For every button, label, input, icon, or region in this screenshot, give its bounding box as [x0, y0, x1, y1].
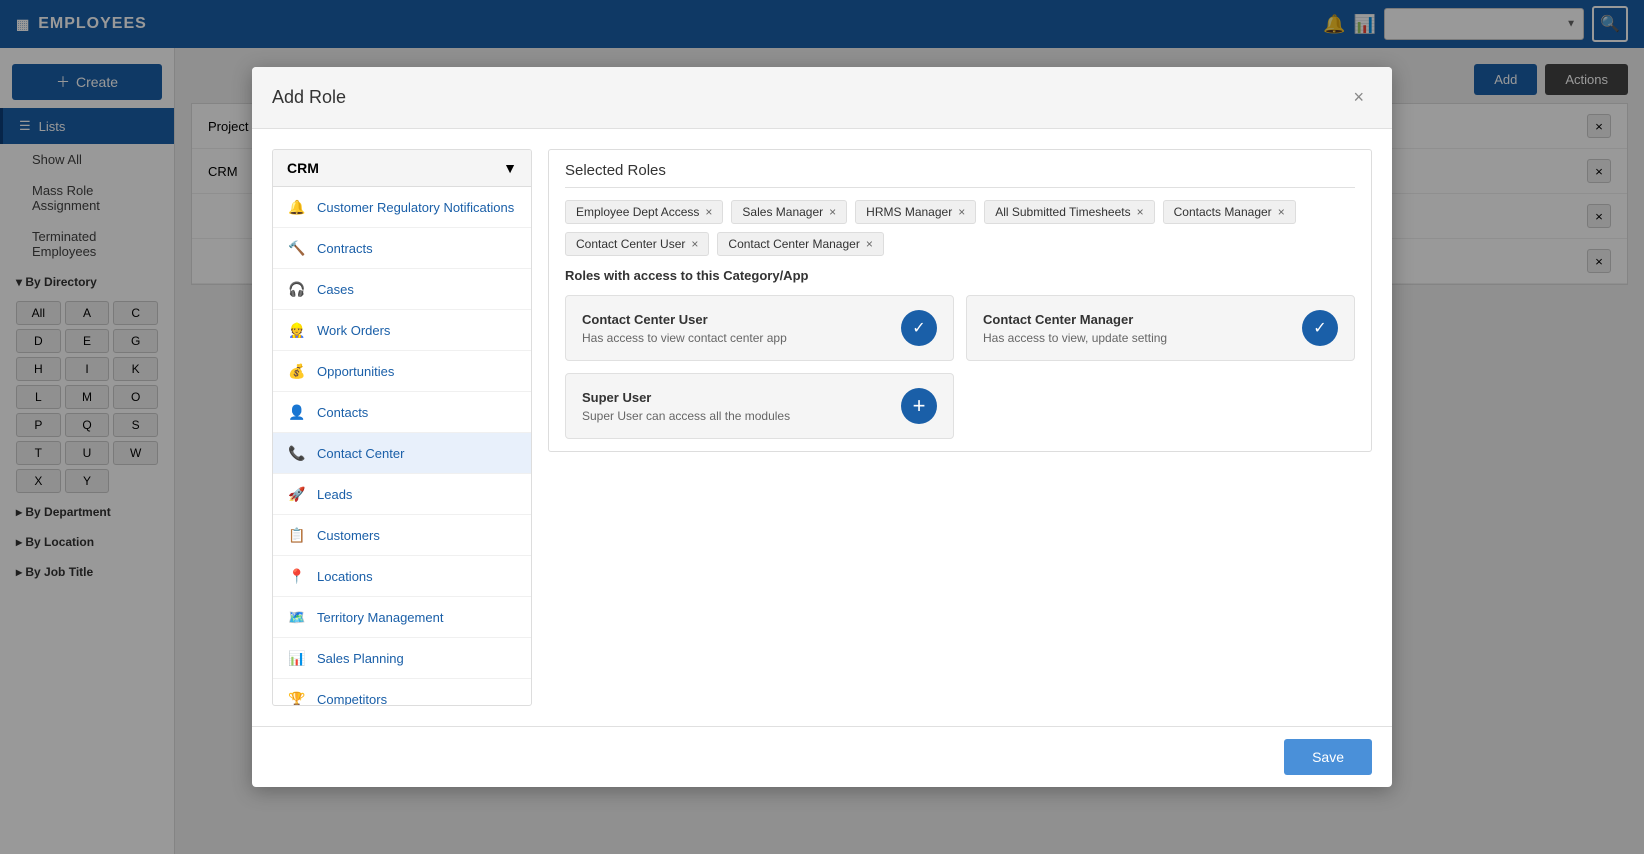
role-card-contact-center-user: Contact Center User Has access to view c…	[565, 295, 954, 361]
modal-close-button[interactable]: ×	[1345, 83, 1372, 112]
modal-header: Add Role ×	[252, 67, 1392, 129]
hardhat-icon: 👷	[287, 320, 307, 340]
chevron-down-icon: ▼	[503, 160, 517, 176]
roles-grid: Contact Center User Has access to view c…	[565, 295, 1355, 439]
tag-remove-icon[interactable]: ×	[1278, 205, 1285, 219]
trophy-icon: 🏆	[287, 689, 307, 706]
tag-remove-icon[interactable]: ×	[691, 237, 698, 251]
category-item-contact-center[interactable]: 📞 Contact Center	[273, 433, 531, 474]
role-card-info: Super User Super User can access all the…	[582, 390, 889, 423]
role-card-super-user: Super User Super User can access all the…	[565, 373, 954, 439]
category-item-customer-regulatory[interactable]: 🔔 Customer Regulatory Notifications	[273, 187, 531, 228]
money-icon: 💰	[287, 361, 307, 381]
category-item-territory[interactable]: 🗺️ Territory Management	[273, 597, 531, 638]
role-toggle-contact-center-manager[interactable]	[1302, 310, 1338, 346]
map-icon: 🗺️	[287, 607, 307, 627]
category-item-competitors[interactable]: 🏆 Competitors	[273, 679, 531, 706]
tag-remove-icon[interactable]: ×	[866, 237, 873, 251]
role-card-contact-center-manager: Contact Center Manager Has access to vie…	[966, 295, 1355, 361]
person-icon: 👤	[287, 402, 307, 422]
role-tag-contact-center-manager: Contact Center Manager ×	[717, 232, 883, 256]
selected-roles-title: Selected Roles	[565, 162, 1355, 188]
category-item-contacts[interactable]: 👤 Contacts	[273, 392, 531, 433]
category-item-opportunities[interactable]: 💰 Opportunities	[273, 351, 531, 392]
rocket-icon: 🚀	[287, 484, 307, 504]
role-tag-contacts-manager: Contacts Manager ×	[1163, 200, 1296, 224]
chart-icon: 📊	[287, 648, 307, 668]
modal-title: Add Role	[272, 87, 346, 108]
role-toggle-contact-center-user[interactable]	[901, 310, 937, 346]
role-tag-hrms-manager: HRMS Manager ×	[855, 200, 976, 224]
category-item-customers[interactable]: 📋 Customers	[273, 515, 531, 556]
role-card-info: Contact Center User Has access to view c…	[582, 312, 889, 345]
tag-remove-icon[interactable]: ×	[1137, 205, 1144, 219]
category-item-leads[interactable]: 🚀 Leads	[273, 474, 531, 515]
tag-remove-icon[interactable]: ×	[829, 205, 836, 219]
role-tag-all-submitted: All Submitted Timesheets ×	[984, 200, 1154, 224]
role-toggle-super-user[interactable]	[901, 388, 937, 424]
category-app-title: Roles with access to this Category/App	[565, 268, 1355, 283]
category-item-contracts[interactable]: 🔨 Contracts	[273, 228, 531, 269]
category-item-locations[interactable]: 📍 Locations	[273, 556, 531, 597]
modal-overlay: Add Role × CRM ▼ 🔔 Customer Regulatory N…	[0, 0, 1644, 854]
category-item-sales-planning[interactable]: 📊 Sales Planning	[273, 638, 531, 679]
role-tag-employee-dept: Employee Dept Access ×	[565, 200, 723, 224]
role-tag-sales-manager: Sales Manager ×	[731, 200, 847, 224]
add-role-modal: Add Role × CRM ▼ 🔔 Customer Regulatory N…	[252, 67, 1392, 787]
phone-icon: 📞	[287, 443, 307, 463]
headset-icon: 🎧	[287, 279, 307, 299]
category-item-work-orders[interactable]: 👷 Work Orders	[273, 310, 531, 351]
selected-tags: Employee Dept Access × Sales Manager × H…	[565, 200, 1355, 256]
hammer-icon: 🔨	[287, 238, 307, 258]
roles-panel: Selected Roles Employee Dept Access × Sa…	[548, 149, 1372, 706]
role-tag-contact-center-user: Contact Center User ×	[565, 232, 709, 256]
category-dropdown[interactable]: CRM ▼	[273, 150, 531, 187]
role-card-info: Contact Center Manager Has access to vie…	[983, 312, 1290, 345]
selected-roles-section: Selected Roles Employee Dept Access × Sa…	[548, 149, 1372, 452]
tag-remove-icon[interactable]: ×	[705, 205, 712, 219]
modal-footer: Save	[252, 726, 1392, 787]
pin-icon: 📍	[287, 566, 307, 586]
bell-icon: 🔔	[287, 197, 307, 217]
save-button[interactable]: Save	[1284, 739, 1372, 775]
category-item-cases[interactable]: 🎧 Cases	[273, 269, 531, 310]
clipboard-icon: 📋	[287, 525, 307, 545]
modal-body: CRM ▼ 🔔 Customer Regulatory Notification…	[252, 129, 1392, 726]
category-panel: CRM ▼ 🔔 Customer Regulatory Notification…	[272, 149, 532, 706]
tag-remove-icon[interactable]: ×	[958, 205, 965, 219]
